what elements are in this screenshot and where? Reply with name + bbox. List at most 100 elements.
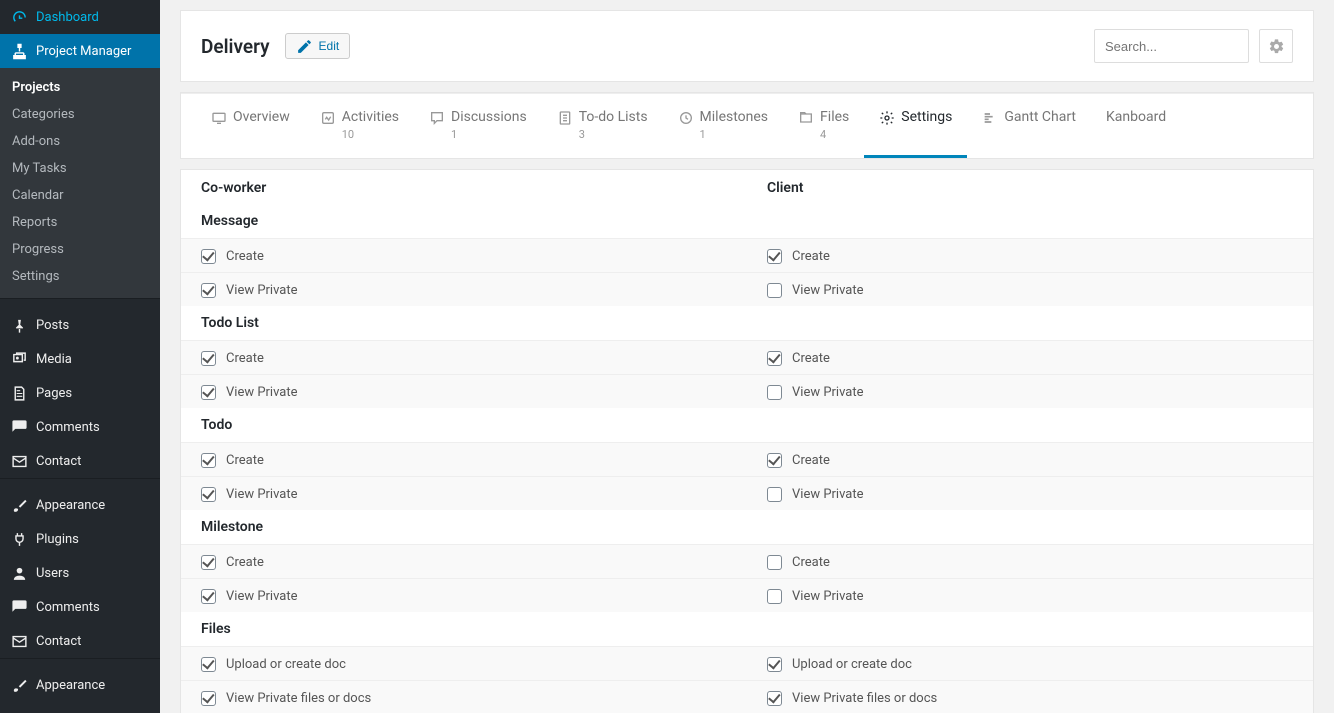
checkbox[interactable]	[201, 657, 216, 672]
dashboard-icon	[10, 8, 28, 26]
tab-gantt-chart[interactable]: Gantt Chart	[967, 94, 1091, 158]
perm-cell: Create	[181, 443, 747, 476]
comment-icon	[10, 418, 28, 436]
main-content: Delivery Edit OverviewActivities10Discus…	[160, 0, 1334, 713]
files-icon	[798, 110, 814, 130]
pencil-icon	[296, 37, 314, 55]
perm-label: Create	[792, 453, 830, 468]
mail-icon	[10, 632, 28, 650]
checkbox[interactable]	[767, 249, 782, 264]
checkbox[interactable]	[767, 589, 782, 604]
perm-cell: Upload or create doc	[181, 647, 747, 680]
edit-label: Edit	[319, 39, 340, 53]
perm-cell: View Private	[747, 477, 1313, 510]
settings-icon	[879, 110, 895, 130]
sidebar-item-dashboard[interactable]: Dashboard	[0, 0, 160, 34]
perm-cell: Create	[181, 545, 747, 578]
checkbox[interactable]	[201, 249, 216, 264]
activities-icon	[320, 110, 336, 130]
tab-to-do-lists[interactable]: To-do Lists3	[542, 94, 663, 158]
perm-label: Create	[792, 249, 830, 264]
sidebar-item-comments[interactable]: Comments	[0, 410, 160, 444]
brush-icon	[10, 496, 28, 514]
tab-discussions[interactable]: Discussions1	[414, 94, 542, 158]
perm-label: Create	[226, 351, 264, 366]
checkbox[interactable]	[767, 385, 782, 400]
checkbox[interactable]	[201, 283, 216, 298]
checkbox[interactable]	[767, 555, 782, 570]
sidebar-item-plugins[interactable]: Plugins	[0, 522, 160, 556]
checkbox[interactable]	[767, 283, 782, 298]
tab-overview[interactable]: Overview	[196, 94, 305, 158]
sidebar-sub-settings[interactable]: Settings	[0, 263, 160, 290]
sidebar-sub-categories[interactable]: Categories	[0, 101, 160, 128]
sidebar-sub-add-ons[interactable]: Add-ons	[0, 128, 160, 155]
sidebar-item-appearance[interactable]: Appearance	[0, 488, 160, 522]
perm-label: Create	[792, 555, 830, 570]
perm-cell: View Private	[747, 273, 1313, 306]
sidebar-sub-my-tasks[interactable]: My Tasks	[0, 155, 160, 182]
tab-files[interactable]: Files4	[783, 94, 864, 158]
section-title: Milestone	[181, 510, 747, 544]
admin-sidebar: DashboardProject Manager ProjectsCategor…	[0, 0, 160, 713]
checkbox[interactable]	[767, 351, 782, 366]
section-title: Todo List	[181, 306, 747, 340]
perm-label: Create	[226, 249, 264, 264]
perm-cell: View Private	[747, 375, 1313, 408]
perm-cell: View Private	[181, 477, 747, 510]
perm-cell: Upload or create doc	[747, 647, 1313, 680]
section-title: Message	[181, 204, 747, 238]
perm-label: Create	[226, 555, 264, 570]
perm-label: Upload or create doc	[792, 657, 912, 672]
perm-cell: Create	[181, 341, 747, 374]
perm-cell: View Private	[181, 579, 747, 612]
checkbox[interactable]	[767, 691, 782, 706]
perm-label: View Private	[226, 385, 298, 400]
gear-icon	[1267, 37, 1285, 55]
checkbox[interactable]	[767, 453, 782, 468]
checkbox[interactable]	[201, 691, 216, 706]
tab-milestones[interactable]: Milestones1	[663, 94, 784, 158]
checkbox[interactable]	[201, 487, 216, 502]
section-title: Todo	[181, 408, 747, 442]
sidebar-item-contact[interactable]: Contact	[0, 624, 160, 658]
checkbox[interactable]	[201, 589, 216, 604]
sidebar-item-pages[interactable]: Pages	[0, 376, 160, 410]
sidebar-sub-progress[interactable]: Progress	[0, 236, 160, 263]
sidebar-item-media[interactable]: Media	[0, 342, 160, 376]
sidebar-sub-calendar[interactable]: Calendar	[0, 182, 160, 209]
search-input[interactable]	[1094, 29, 1249, 63]
sidebar-item-comments[interactable]: Comments	[0, 590, 160, 624]
sidebar-item-appearance[interactable]: Appearance	[0, 668, 160, 702]
tab-activities[interactable]: Activities10	[305, 94, 414, 158]
todolists-icon	[557, 110, 573, 130]
checkbox[interactable]	[201, 385, 216, 400]
settings-gear-button[interactable]	[1259, 29, 1293, 63]
checkbox[interactable]	[201, 555, 216, 570]
checkbox[interactable]	[201, 453, 216, 468]
column-header-co-worker: Co-worker	[181, 170, 747, 204]
perm-label: View Private	[226, 487, 298, 502]
sidebar-sub-projects[interactable]: Projects	[0, 74, 160, 101]
tab-kanboard[interactable]: Kanboard	[1091, 94, 1181, 158]
sidebar-item-contact[interactable]: Contact	[0, 444, 160, 478]
discussions-icon	[429, 110, 445, 130]
checkbox[interactable]	[767, 657, 782, 672]
perm-label: View Private	[792, 385, 864, 400]
perm-label: View Private files or docs	[226, 691, 371, 706]
perm-label: View Private	[792, 589, 864, 604]
mail-icon	[10, 452, 28, 470]
checkbox[interactable]	[767, 487, 782, 502]
brush-icon	[10, 676, 28, 694]
sidebar-item-posts[interactable]: Posts	[0, 308, 160, 342]
sidebar-item-users[interactable]: Users	[0, 556, 160, 590]
sidebar-sub-reports[interactable]: Reports	[0, 209, 160, 236]
checkbox[interactable]	[201, 351, 216, 366]
perm-label: View Private	[226, 283, 298, 298]
tab-settings[interactable]: Settings	[864, 94, 967, 158]
perm-cell: View Private	[181, 273, 747, 306]
edit-button[interactable]: Edit	[285, 33, 351, 59]
perm-label: Create	[792, 351, 830, 366]
sidebar-item-project-manager[interactable]: Project Manager	[0, 34, 160, 68]
perm-cell: Create	[747, 545, 1313, 578]
